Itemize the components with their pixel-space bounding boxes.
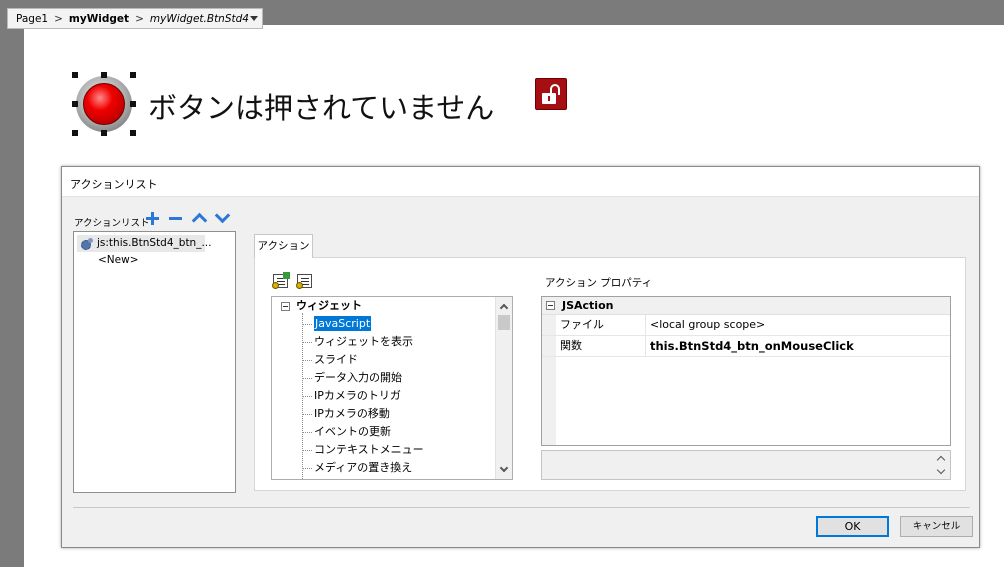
add-action-icon[interactable] bbox=[272, 272, 290, 289]
tree-item-label: IPカメラの移動 bbox=[314, 407, 390, 420]
scroll-down-icon[interactable] bbox=[936, 465, 946, 475]
widget-status-text: ボタンは押されていません bbox=[148, 91, 495, 125]
scroll-thumb[interactable] bbox=[498, 315, 510, 330]
tree-item-label: メディアの置き換え bbox=[314, 461, 413, 474]
tree-scrollbar[interactable] bbox=[495, 297, 512, 479]
tree-item[interactable]: イベントの更新 bbox=[302, 423, 391, 441]
property-grid[interactable]: JSAction ファイル <local group scope> 関数 thi… bbox=[541, 296, 951, 446]
action-tree[interactable]: ウィジェット JavaScript ウィジェットを表示 スライド データ入力の開… bbox=[271, 296, 513, 480]
scroll-down-icon[interactable] bbox=[499, 463, 509, 473]
property-category[interactable]: JSAction bbox=[542, 297, 950, 315]
breadcrumb-path[interactable]: myWidget.BtnStd4 bbox=[150, 13, 249, 25]
arrow-down-icon[interactable] bbox=[214, 210, 230, 226]
tree-category-label: ウィジェット bbox=[296, 299, 362, 312]
list-item[interactable]: <New> bbox=[74, 252, 235, 269]
tab-action[interactable]: アクション bbox=[254, 234, 313, 258]
editor-left-bar bbox=[0, 0, 24, 567]
collapse-icon[interactable] bbox=[546, 301, 555, 310]
action-list-dialog: アクションリスト アクションリスト js:this.BtnStd4_btn_..… bbox=[61, 166, 980, 548]
gear-icon bbox=[81, 238, 94, 250]
red-button-widget[interactable] bbox=[72, 72, 136, 136]
plus-icon[interactable] bbox=[145, 210, 161, 226]
property-row[interactable]: 関数 this.BtnStd4_btn_onMouseClick bbox=[542, 336, 950, 357]
selection-handle[interactable] bbox=[72, 72, 78, 78]
tree-item[interactable]: コンテキストメニュー bbox=[302, 441, 424, 459]
red-button-icon[interactable] bbox=[83, 83, 125, 125]
property-value[interactable]: <local group scope> bbox=[646, 315, 950, 335]
property-name: 関数 bbox=[556, 336, 646, 356]
property-value[interactable]: this.BtnStd4_btn_onMouseClick bbox=[646, 336, 950, 356]
properties-title: アクション プロパティ bbox=[545, 277, 653, 289]
tree-item[interactable]: IPカメラの移動 bbox=[302, 405, 390, 423]
minus-icon[interactable] bbox=[168, 210, 184, 226]
tree-item[interactable]: メディアの置き換え bbox=[302, 459, 412, 477]
scroll-up-icon[interactable] bbox=[499, 303, 509, 313]
list-item-label: <New> bbox=[98, 254, 139, 266]
scroll-up-icon[interactable] bbox=[936, 455, 946, 465]
chevron-right-icon: > bbox=[54, 12, 63, 25]
dialog-title: アクションリスト bbox=[62, 167, 979, 197]
selection-handle[interactable] bbox=[130, 72, 136, 78]
chevron-down-icon[interactable] bbox=[250, 16, 258, 21]
list-item-label: js:this.BtnStd4_btn_... bbox=[97, 237, 212, 249]
chevron-right-icon: > bbox=[135, 12, 144, 25]
tree-item-label: コンテキストメニュー bbox=[314, 443, 424, 456]
collapse-icon[interactable] bbox=[281, 302, 290, 311]
selection-handle[interactable] bbox=[101, 72, 107, 78]
tree-item[interactable]: スライド bbox=[302, 351, 358, 369]
arrow-up-icon[interactable] bbox=[191, 210, 207, 226]
selection-handle[interactable] bbox=[130, 101, 136, 107]
ok-button[interactable]: OK bbox=[816, 516, 889, 537]
tree-item[interactable]: IPカメラのトリガ bbox=[302, 387, 401, 405]
unlocked-padlock-icon[interactable] bbox=[535, 78, 567, 110]
selection-handle[interactable] bbox=[130, 130, 136, 136]
tree-item-label: JavaScript bbox=[314, 316, 372, 331]
breadcrumb[interactable]: Page1 > myWidget > myWidget.BtnStd4 bbox=[7, 8, 263, 29]
property-row[interactable]: ファイル <local group scope> bbox=[542, 315, 950, 336]
cancel-button[interactable]: キャンセル bbox=[900, 516, 973, 537]
tree-item[interactable]: ウィジェットを表示 bbox=[302, 333, 413, 351]
edit-action-icon[interactable] bbox=[296, 274, 312, 289]
tree-item[interactable]: JavaScript bbox=[302, 315, 372, 333]
divider bbox=[73, 507, 970, 508]
breadcrumb-page[interactable]: Page1 bbox=[16, 13, 48, 25]
breadcrumb-widget[interactable]: myWidget bbox=[69, 13, 129, 25]
action-list-label: アクションリスト bbox=[74, 218, 150, 229]
action-list[interactable]: js:this.BtnStd4_btn_... <New> bbox=[73, 231, 236, 493]
list-item[interactable]: js:this.BtnStd4_btn_... bbox=[77, 235, 211, 252]
property-name: ファイル bbox=[556, 315, 646, 335]
tree-item-label: ウィジェットを表示 bbox=[314, 335, 413, 348]
tree-item-label: データ入力の開始 bbox=[314, 371, 402, 384]
selection-handle[interactable] bbox=[72, 130, 78, 136]
property-category-label: JSAction bbox=[562, 299, 614, 312]
selection-handle[interactable] bbox=[101, 130, 107, 136]
tree-item[interactable]: データ入力の開始 bbox=[302, 369, 402, 387]
tree-item-label: スライド bbox=[314, 353, 358, 366]
selection-handle[interactable] bbox=[72, 101, 78, 107]
description-scrollbar[interactable] bbox=[934, 453, 948, 479]
tree-item-label: イベントの更新 bbox=[314, 425, 391, 438]
property-description bbox=[541, 450, 951, 480]
tree-category[interactable]: ウィジェット bbox=[272, 297, 498, 315]
action-tab-panel: ウィジェット JavaScript ウィジェットを表示 スライド データ入力の開… bbox=[254, 257, 966, 491]
tree-item-label: IPカメラのトリガ bbox=[314, 389, 401, 402]
